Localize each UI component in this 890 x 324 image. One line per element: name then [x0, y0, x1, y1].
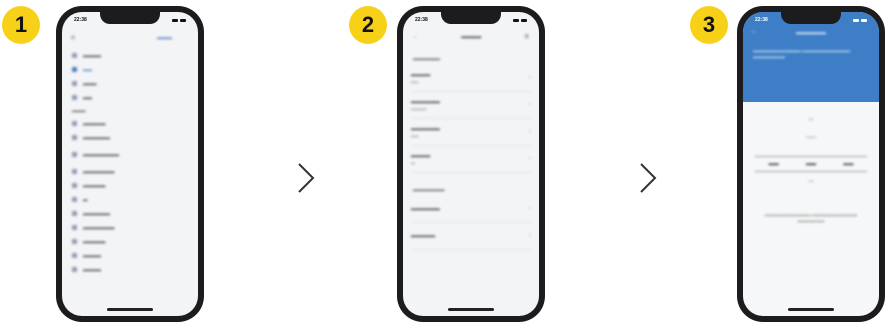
- chevron-right-icon: ›: [529, 129, 531, 135]
- phone-step-2: 22:38 ← ▬▬▬▬ ☰ ▬▬▬▬▬▬ ▬▬▬▬ ▬▬ › ▬▬▬▬▬▬ ▬▬▬▬…: [397, 6, 545, 322]
- arrow-left-icon[interactable]: ←: [413, 34, 418, 40]
- nav-bar: ← ▬▬▬▬ ☰: [403, 28, 539, 46]
- menu-item-icon: [72, 94, 77, 100]
- menu-item[interactable]: ▬▬▬▬: [62, 248, 180, 262]
- menu-item-icon: [72, 224, 77, 230]
- menu-item[interactable]: ▬▬▬▬▬: [62, 178, 180, 192]
- menu-item-icon: [72, 80, 77, 86]
- menu-header: ✕ ▬▬▬: [62, 28, 180, 48]
- phone-screen: 22:38 ← ▬▬▬▬▬▬ ▬▬▬▬▬▬▬▬▬▬▬▬ ▬▬▬▬▬▬▬▬▬▬▬▬…: [743, 12, 879, 316]
- home-indicator: [107, 308, 153, 311]
- page-title: ▬▬▬▬▬▬: [796, 30, 826, 36]
- step-badge-1: 1: [2, 6, 40, 44]
- menu-item-icon: [72, 196, 77, 202]
- info-text: ▬▬▬▬▬▬▬▬▬▬▬▬ ▬▬▬▬▬▬▬▬▬▬▬▬ ▬▬▬▬▬▬▬▬: [753, 48, 851, 59]
- app-logo: ▬▬▬: [157, 35, 172, 41]
- menu-item-active[interactable]: ▬▬: [62, 62, 180, 76]
- settings-item[interactable]: ▬▬▬▬▬▬ ▬▬ ›: [411, 119, 531, 146]
- time-picker[interactable]: ▬ ▬▬ ▬▬ ▬▬ ▬▬ ▬: [743, 112, 879, 192]
- menu-item-icon: [72, 66, 77, 72]
- menu-icon[interactable]: ☰: [525, 34, 529, 40]
- description-text: ▬▬▬▬▬▬▬▬▬▬▬▬ ▬▬▬▬▬▬▬▬▬▬▬▬ ▬▬▬▬▬▬▬: [764, 213, 858, 223]
- phone-screen: 22:38 ← ▬▬▬▬ ☰ ▬▬▬▬▬▬ ▬▬▬▬ ▬▬ › ▬▬▬▬▬▬ ▬▬▬▬…: [403, 12, 539, 316]
- settings-item[interactable]: ▬▬▬▬▬▬›: [411, 65, 531, 92]
- menu-item-icon: [72, 210, 77, 216]
- chevron-right-icon: ›: [529, 102, 531, 108]
- settings-item[interactable]: ▬▬▬▬▬›: [411, 223, 531, 250]
- menu-item-icon: [72, 120, 77, 126]
- chevron-right-icon: ›: [529, 75, 531, 81]
- settings-item[interactable]: ▬▬▬▬▬▬›: [411, 196, 531, 223]
- menu-item[interactable]: ▬▬▬▬: [62, 262, 180, 276]
- menu-item-icon: [72, 134, 77, 140]
- menu-item-icon: [72, 266, 77, 272]
- step-badge-3: 3: [690, 6, 728, 44]
- home-indicator: [448, 308, 494, 311]
- menu-item[interactable]: ▬▬▬▬▬▬▬▬: [62, 144, 180, 164]
- settings-item[interactable]: ▬▬▬▬▬▬ ▬▬▬▬ ›: [411, 92, 531, 119]
- menu-item-icon: [72, 252, 77, 258]
- menu-item-icon: [72, 182, 77, 188]
- chevron-right-icon: [298, 163, 315, 193]
- menu-item[interactable]: ▬▬▬▬▬▬: [62, 206, 180, 220]
- home-indicator: [788, 308, 834, 311]
- menu-item-icon: [72, 52, 77, 58]
- settings-section-header: ▬▬▬▬▬▬▬: [413, 187, 445, 192]
- signal-battery-icon: [513, 18, 527, 22]
- settings-section-header: ▬▬▬▬▬▬: [413, 56, 440, 61]
- status-time: 22:38: [415, 17, 428, 23]
- chevron-right-icon: [640, 163, 657, 193]
- menu-item[interactable]: ▬▬: [62, 90, 180, 104]
- menu-item[interactable]: ▬▬▬▬▬▬: [62, 130, 180, 144]
- menu-item[interactable]: ▬▬▬▬: [62, 48, 180, 62]
- phone-screen: 22:38 ✕ ▬▬▬ ▬▬▬▬ ▬▬ ▬▬▬ ▬▬ ▬▬▬ ▬▬▬▬▬ ▬▬▬…: [62, 12, 198, 316]
- menu-section-header: ▬▬▬: [72, 107, 86, 113]
- status-time: 22:38: [74, 17, 87, 23]
- menu-item[interactable]: ▬▬▬: [62, 76, 180, 90]
- menu-item-icon: [72, 151, 77, 157]
- menu-item[interactable]: ▬: [62, 192, 180, 206]
- chevron-right-icon: ›: [529, 206, 531, 212]
- chevron-right-icon: ›: [529, 156, 531, 162]
- menu-item[interactable]: ▬▬▬▬▬: [62, 116, 180, 130]
- page-title: ▬▬▬▬: [461, 34, 482, 40]
- phone-step-1: 22:38 ✕ ▬▬▬ ▬▬▬▬ ▬▬ ▬▬▬ ▬▬ ▬▬▬ ▬▬▬▬▬ ▬▬▬…: [56, 6, 204, 322]
- settings-item[interactable]: ▬▬▬▬▬›: [411, 146, 531, 173]
- menu-item-icon: [72, 168, 77, 174]
- phone-step-3: 22:38 ← ▬▬▬▬▬▬ ▬▬▬▬▬▬▬▬▬▬▬▬ ▬▬▬▬▬▬▬▬▬▬▬▬…: [737, 6, 885, 322]
- chevron-right-icon: ›: [529, 233, 531, 239]
- menu-item[interactable]: ▬▬▬▬▬▬▬: [62, 220, 180, 234]
- signal-battery-icon: [172, 18, 186, 22]
- menu-item-icon: [72, 238, 77, 244]
- close-icon[interactable]: ✕: [70, 34, 76, 42]
- menu-item[interactable]: ▬▬▬▬▬: [62, 234, 180, 248]
- menu-item[interactable]: ▬▬▬▬▬▬▬: [62, 164, 180, 178]
- step-badge-2: 2: [349, 6, 387, 44]
